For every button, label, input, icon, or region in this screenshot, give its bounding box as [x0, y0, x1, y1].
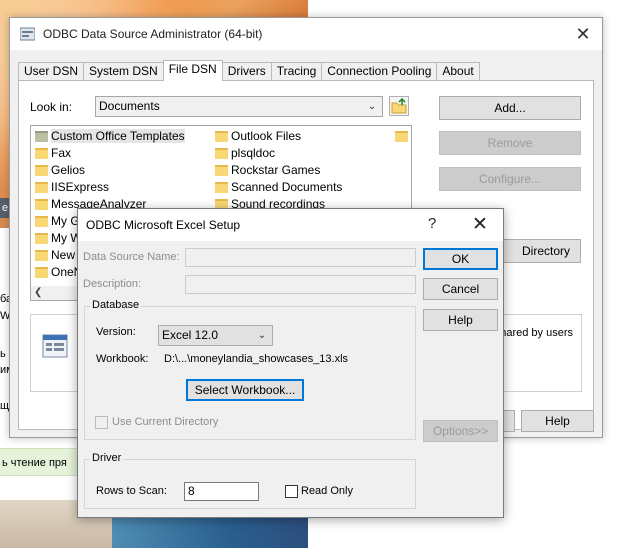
- look-in-label: Look in:: [30, 100, 73, 114]
- folder-icon: [215, 165, 228, 176]
- background-text: ь: [0, 348, 6, 360]
- info-text: hared by users: [500, 327, 573, 339]
- folder-icon: [35, 182, 48, 193]
- main-help-button[interactable]: Help: [521, 410, 594, 432]
- version-label: Version:: [96, 326, 136, 338]
- folder-icon: [35, 199, 48, 210]
- list-item[interactable]: plsqldoc: [213, 145, 342, 162]
- list-item[interactable]: [393, 128, 411, 145]
- list-item[interactable]: Outlook Files: [213, 128, 342, 145]
- chevron-down-icon: ⌄: [367, 101, 377, 112]
- list-item-label: Outlook Files: [231, 129, 302, 143]
- workbook-label: Workbook:: [96, 353, 149, 365]
- read-only-label: Read Only: [301, 485, 353, 497]
- tab-about[interactable]: About: [436, 62, 480, 81]
- database-group-title: Database: [90, 299, 142, 311]
- folder-up-icon: [391, 97, 407, 114]
- configure-button[interactable]: Configure...: [439, 167, 581, 191]
- remove-button[interactable]: Remove: [439, 131, 581, 155]
- file-column-2: Outlook Files plsqldoc Rockstar Games Scann…: [213, 128, 342, 213]
- tab-connection-pooling[interactable]: Connection Pooling: [321, 62, 438, 81]
- help-icon[interactable]: ?: [428, 215, 436, 232]
- cancel-button[interactable]: Cancel: [423, 278, 498, 300]
- list-item-label: Custom Office Templates: [51, 129, 185, 143]
- rows-to-scan-label: Rows to Scan:: [96, 485, 167, 497]
- read-only-checkbox[interactable]: [285, 485, 298, 498]
- tab-drivers[interactable]: Drivers: [221, 62, 272, 81]
- folder-icon: [35, 233, 48, 244]
- close-icon[interactable]: ✕: [572, 24, 594, 44]
- chevron-down-icon: ⌄: [257, 330, 267, 341]
- background-text: щ: [0, 400, 10, 412]
- list-item-label: Fax: [51, 146, 72, 160]
- excel-setup-dialog: ODBC Microsoft Excel Setup ? ✕ Data Sour…: [77, 208, 504, 518]
- folder-icon: [35, 131, 48, 142]
- background-green-bar: ь чтение пря: [0, 448, 78, 476]
- list-item[interactable]: IISExpress: [33, 179, 185, 196]
- version-value: Excel 12.0: [162, 328, 219, 342]
- use-current-directory-checkbox[interactable]: [95, 416, 108, 429]
- list-item-label: Rockstar Games: [231, 163, 321, 177]
- folder-icon: [35, 216, 48, 227]
- driver-group-title: Driver: [90, 452, 124, 464]
- title-bar[interactable]: ODBC Data Source Administrator (64-bit) …: [10, 18, 602, 50]
- file-dsn-icon: [42, 334, 68, 358]
- list-item[interactable]: Rockstar Games: [213, 162, 342, 179]
- list-item-label: IISExpress: [51, 180, 110, 194]
- data-source-name-input[interactable]: [185, 248, 416, 267]
- file-column-3: [393, 128, 411, 145]
- look-in-value: Documents: [99, 99, 160, 113]
- look-in-dropdown[interactable]: Documents ⌄: [95, 96, 383, 117]
- folder-icon: [215, 131, 228, 142]
- list-item-label: plsqldoc: [231, 146, 276, 160]
- tab-system-dsn[interactable]: System DSN: [83, 62, 164, 81]
- version-dropdown[interactable]: Excel 12.0 ⌄: [158, 325, 273, 346]
- select-workbook-button[interactable]: Select Workbook...: [186, 379, 304, 401]
- list-item[interactable]: Scanned Documents: [213, 179, 342, 196]
- ok-button[interactable]: OK: [423, 248, 498, 270]
- window-title: ODBC Data Source Administrator (64-bit): [43, 27, 263, 41]
- folder-icon: [35, 148, 48, 159]
- add-button[interactable]: Add...: [439, 96, 581, 120]
- list-item[interactable]: Gelios: [33, 162, 185, 179]
- use-current-directory-label: Use Current Directory: [112, 416, 219, 428]
- options-button[interactable]: Options>>: [423, 420, 498, 442]
- workbook-path: D:\...\moneylandia_showcases_13.xls: [164, 353, 349, 365]
- folder-icon: [215, 182, 228, 193]
- folder-icon: [35, 250, 48, 261]
- description-input[interactable]: [185, 275, 416, 294]
- new-folder-button[interactable]: [389, 96, 409, 116]
- dialog-title: ODBC Microsoft Excel Setup: [86, 218, 241, 232]
- odbc-app-icon: [20, 27, 35, 41]
- folder-icon: [215, 148, 228, 159]
- list-item-label: Gelios: [51, 163, 86, 177]
- description-label: Description:: [83, 278, 142, 290]
- folder-icon: [35, 165, 48, 176]
- list-item-label: Scanned Documents: [231, 180, 343, 194]
- folder-icon: [395, 131, 408, 142]
- tab-bar: User DSN System DSN File DSN Drivers Tra…: [18, 60, 480, 81]
- tab-user-dsn[interactable]: User DSN: [18, 62, 85, 81]
- close-icon[interactable]: ✕: [472, 213, 488, 236]
- list-item[interactable]: Fax: [33, 145, 185, 162]
- data-source-name-label: Data Source Name:: [83, 251, 180, 263]
- help-button[interactable]: Help: [423, 309, 498, 331]
- dialog-title-bar[interactable]: ODBC Microsoft Excel Setup ? ✕: [78, 209, 503, 241]
- tab-file-dsn[interactable]: File DSN: [162, 60, 223, 81]
- folder-icon: [35, 267, 48, 278]
- scroll-left-icon[interactable]: ❮: [34, 286, 42, 300]
- tab-tracing[interactable]: Tracing: [270, 62, 323, 81]
- rows-to-scan-input[interactable]: 8: [184, 482, 259, 501]
- list-item[interactable]: Custom Office Templates: [33, 128, 185, 145]
